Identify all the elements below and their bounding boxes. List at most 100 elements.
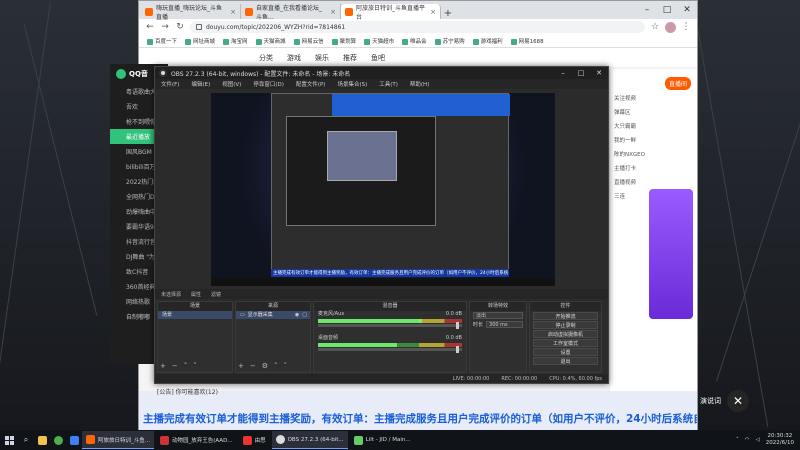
- chevron-up-icon[interactable]: ˄: [736, 437, 739, 443]
- clock[interactable]: 20:30:32 2022/6/10: [766, 433, 794, 447]
- down-icon[interactable]: ˅: [284, 362, 288, 370]
- app-icon[interactable]: [66, 430, 82, 450]
- obs-preview[interactable]: 主播完成有效订单才能得到主播奖励，有效订单：主播完成服务且用户完成评价的订单（如…: [211, 93, 555, 286]
- scene-item[interactable]: 场景: [158, 311, 232, 319]
- menu-item[interactable]: 配置文件(P): [296, 80, 326, 88]
- bookmark-item[interactable]: 天猫商城: [255, 37, 286, 45]
- transition-duration-row: 时长 300 ms: [470, 320, 526, 329]
- reload-icon[interactable]: ↻: [175, 22, 185, 32]
- remove-icon[interactable]: −: [172, 362, 178, 370]
- virtual-camera-button[interactable]: 启动虚拟摄像机: [533, 330, 598, 338]
- taskbar-app[interactable]: Lilt - JID / Main...: [350, 431, 415, 449]
- close-tab-icon[interactable]: ×: [330, 8, 336, 16]
- gift-promo-panel[interactable]: [649, 189, 693, 319]
- browser-tab[interactable]: 嗨玩直播_嗨玩论坛_斗鱼直播 ×: [141, 4, 241, 21]
- nav-item[interactable]: 推荐: [343, 53, 357, 63]
- menu-item[interactable]: 视图(V): [222, 80, 241, 88]
- close-tab-icon[interactable]: ×: [230, 8, 236, 16]
- close-tab-icon[interactable]: ×: [430, 8, 436, 16]
- source-item[interactable]: ▭ 显示器采集 ◉ ▢: [236, 311, 310, 319]
- bookmark-item[interactable]: 游戏福利: [472, 37, 503, 45]
- bookmark-item[interactable]: 淘宝网: [223, 37, 248, 45]
- nav-item[interactable]: 分类: [259, 53, 273, 63]
- panel-item[interactable]: 大只霸霸: [614, 119, 693, 133]
- menu-item[interactable]: 帮助(H): [410, 80, 429, 88]
- bookmark-item[interactable]: 天猫超市: [364, 37, 394, 45]
- settings-button[interactable]: 设置: [533, 348, 598, 356]
- bookmark-item[interactable]: 网易1688: [510, 37, 544, 45]
- start-streaming-button[interactable]: 开始推流: [533, 312, 598, 320]
- bookmark-item[interactable]: 网易云信: [293, 37, 324, 45]
- menu-item[interactable]: 场景集合(S): [337, 80, 367, 88]
- maximize-icon[interactable]: □: [572, 67, 590, 79]
- studio-mode-button[interactable]: 工作室模式: [533, 339, 598, 347]
- panel-item[interactable]: 陈的NXGEO: [614, 147, 693, 161]
- profile-avatar[interactable]: [665, 21, 676, 33]
- duration-input[interactable]: 300 ms: [486, 321, 523, 328]
- start-button[interactable]: [0, 430, 18, 450]
- lock-icon[interactable]: ▢: [302, 311, 310, 319]
- panel-item[interactable]: 主播打卡: [614, 161, 693, 175]
- bookmark-item[interactable]: 聚划算: [331, 37, 356, 45]
- close-icon[interactable]: ✕: [677, 1, 697, 19]
- panel-item[interactable]: 关注视频: [614, 91, 693, 105]
- up-icon[interactable]: ˄: [184, 362, 188, 370]
- taskbar-app[interactable]: 动物园_放弃王告(AAD...: [156, 431, 237, 449]
- chrome-icon[interactable]: [50, 430, 66, 450]
- menu-item[interactable]: 工具(T): [379, 80, 398, 88]
- browser-window-controls: – □ ✕: [637, 1, 697, 19]
- side-caption: 演说词: [700, 397, 721, 405]
- browser-tab[interactable]: 自家直播_在我看播论坛_斗鱼... ×: [241, 4, 341, 21]
- transition-select[interactable]: 淡出: [473, 312, 523, 319]
- exit-button[interactable]: 退出: [533, 357, 598, 365]
- forward-arrow-icon[interactable]: →: [160, 22, 170, 32]
- filters-button[interactable]: 滤镜: [211, 291, 221, 298]
- bookmark-item[interactable]: 唯品会: [402, 37, 427, 45]
- add-icon[interactable]: +: [160, 362, 166, 370]
- minimize-icon[interactable]: –: [637, 1, 657, 19]
- volume-slider[interactable]: [318, 346, 462, 353]
- url-text: douyu.com/topic/202206_WYZH?rid=7814861: [206, 23, 346, 31]
- url-input[interactable]: douyu.com/topic/202206_WYZH?rid=7814861: [190, 21, 645, 33]
- add-icon[interactable]: +: [238, 362, 244, 370]
- browser-tab-active[interactable]: 阿旅旅日特训_斗鱼直播平台 ×: [341, 4, 441, 21]
- close-overlay-icon[interactable]: ✕: [727, 390, 749, 412]
- bookmark-item[interactable]: 苏宁易购: [434, 37, 465, 45]
- nav-item[interactable]: 娱乐: [315, 53, 329, 63]
- bookmark-item[interactable]: 网址商城: [185, 37, 215, 45]
- panel-item[interactable]: 直播视频: [614, 175, 693, 189]
- bookmark-item[interactable]: 百度一下: [147, 37, 177, 45]
- maximize-icon[interactable]: □: [657, 1, 677, 19]
- network-icon[interactable]: ◠: [745, 437, 750, 443]
- taskbar-app[interactable]: 由思: [239, 431, 270, 449]
- volume-icon[interactable]: ◁: [756, 437, 760, 443]
- file-explorer-icon[interactable]: [34, 430, 50, 450]
- menu-item[interactable]: 停靠窗口(D): [253, 80, 284, 88]
- nav-item[interactable]: 游戏: [287, 53, 301, 63]
- search-icon[interactable]: ⌕: [18, 430, 34, 450]
- nav-item[interactable]: 鱼吧: [371, 53, 385, 63]
- stop-recording-button[interactable]: 停止录制: [533, 321, 598, 329]
- panel-item[interactable]: 我的一鲜: [614, 133, 693, 147]
- star-icon[interactable]: ☆: [650, 22, 660, 32]
- remove-icon[interactable]: −: [250, 362, 256, 370]
- properties-button[interactable]: 属性: [191, 291, 201, 298]
- new-tab-button[interactable]: +: [441, 8, 455, 19]
- up-icon[interactable]: ˄: [274, 362, 278, 370]
- minimize-icon[interactable]: –: [554, 67, 572, 79]
- down-icon[interactable]: ˅: [193, 362, 197, 370]
- menu-icon[interactable]: ⋮: [681, 22, 691, 32]
- tree-branch: [692, 3, 769, 427]
- taskbar-app[interactable]: 阿旅旅日特训_斗鱼...: [82, 431, 154, 449]
- windows-logo-icon: [4, 435, 14, 445]
- volume-slider[interactable]: [318, 322, 462, 329]
- menu-item[interactable]: 编辑(E): [191, 80, 210, 88]
- settings-icon[interactable]: ⚙: [262, 362, 268, 370]
- eye-icon[interactable]: ◉: [295, 311, 299, 319]
- back-arrow-icon[interactable]: ←: [145, 22, 155, 32]
- menu-item[interactable]: 文件(F): [161, 80, 179, 88]
- taskbar-app[interactable]: OBS 27.2.3 (64-bit...: [271, 431, 348, 449]
- panel-item[interactable]: 弹幕区: [614, 105, 693, 119]
- close-icon[interactable]: ✕: [590, 67, 608, 79]
- live-room-button[interactable]: 直播间: [664, 77, 691, 90]
